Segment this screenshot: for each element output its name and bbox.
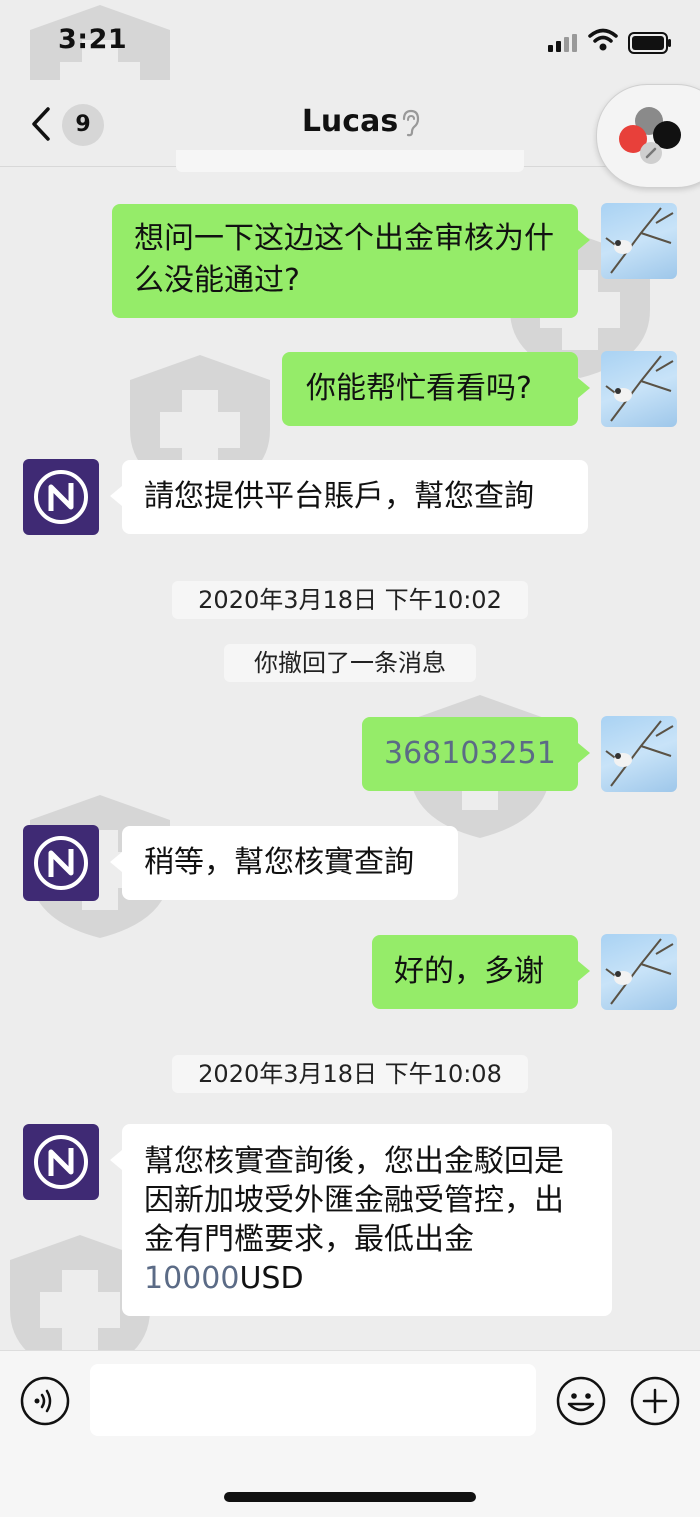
message-bubble-incoming[interactable]: 幫您核實查詢後，您出金駁回是因新加坡受外匯金融受管控，出金有門檻要求，最低出金 1… <box>122 1124 612 1316</box>
contact-logo-icon <box>34 836 88 890</box>
message-text: 幫您核實查詢後，您出金駁回是因新加坡受外匯金融受管控，出金有門檻要求，最低出金 <box>144 1144 564 1257</box>
message-bubble-incoming[interactable]: 稍等，幫您核實查詢 <box>122 826 458 900</box>
bird-branch-image <box>605 355 674 422</box>
voice-icon[interactable] <box>20 1376 70 1426</box>
contact-logo-icon <box>34 1135 88 1189</box>
home-indicator <box>224 1492 476 1502</box>
floating-apps-icon <box>619 107 681 164</box>
floating-window-widget[interactable] <box>596 84 700 188</box>
chevron-left-icon[interactable] <box>26 106 60 142</box>
bubble-tail <box>578 743 590 763</box>
partial-message-bubble <box>176 150 524 172</box>
emoji-icon[interactable] <box>556 1376 606 1426</box>
bubble-tail <box>110 486 122 506</box>
bubble-tail <box>578 230 590 250</box>
timestamp: 2020年3月18日 下午10:08 <box>172 1055 528 1093</box>
bird-branch-image <box>605 207 674 274</box>
contact-avatar[interactable] <box>23 459 99 535</box>
message-bubble-incoming[interactable]: 請您提供平台賬戶，幫您查詢 <box>122 460 588 534</box>
contact-avatar[interactable] <box>23 825 99 901</box>
status-time: 3:21 <box>58 24 128 55</box>
bubble-tail <box>110 1150 122 1170</box>
plus-icon[interactable] <box>630 1376 680 1426</box>
message-bubble-outgoing[interactable]: 你能帮忙看看吗? <box>282 352 578 426</box>
system-message: 你撤回了一条消息 <box>224 644 476 682</box>
message-currency: USD <box>239 1261 304 1296</box>
self-avatar[interactable] <box>601 203 677 279</box>
bubble-tail <box>578 961 590 981</box>
message-bubble-outgoing[interactable]: 好的，多谢 <box>372 935 578 1009</box>
ear-icon <box>402 109 420 137</box>
contact-logo-icon <box>34 470 88 524</box>
bird-branch-image <box>605 938 674 1005</box>
bird-branch-image <box>605 720 674 787</box>
message-input[interactable] <box>90 1364 536 1436</box>
message-amount: 10000 <box>144 1261 240 1296</box>
timestamp: 2020年3月18日 下午10:02 <box>172 581 528 619</box>
contact-avatar[interactable] <box>23 1124 99 1200</box>
self-avatar[interactable] <box>601 934 677 1010</box>
bubble-tail <box>578 378 590 398</box>
self-avatar[interactable] <box>601 351 677 427</box>
message-bubble-outgoing[interactable]: 368103251 <box>362 717 578 791</box>
wifi-icon <box>588 28 618 51</box>
message-bubble-outgoing[interactable]: 想问一下这边这个出金审核为什么没能通过? <box>112 204 578 318</box>
signal-icon <box>548 34 577 52</box>
unread-count-badge[interactable]: 9 <box>62 104 104 146</box>
bubble-tail <box>110 852 122 872</box>
self-avatar[interactable] <box>601 716 677 792</box>
battery-icon <box>628 32 671 54</box>
